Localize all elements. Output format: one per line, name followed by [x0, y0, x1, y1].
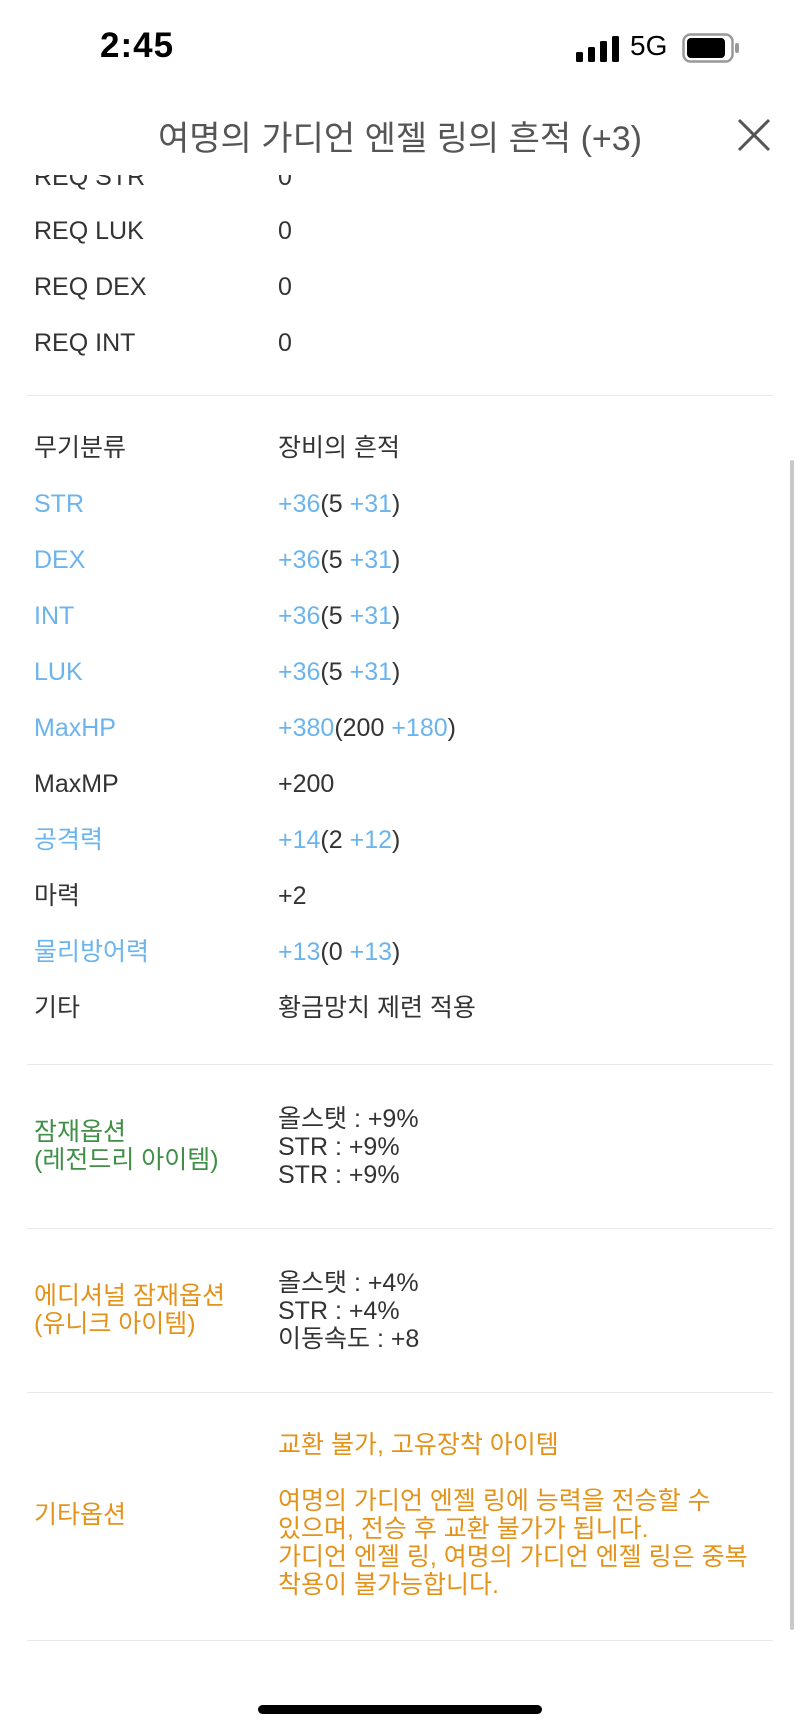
stat-value: +36(5 +31) [278, 658, 401, 686]
stat-total: +36 [278, 546, 321, 574]
stat-value: +200 [278, 770, 335, 798]
stat-label: STR [34, 490, 84, 518]
stat-label: LUK [34, 658, 83, 686]
stat-label: 물리방어력 [34, 938, 150, 966]
stat-base: 5 [328, 490, 343, 518]
stat-value: 0 [278, 273, 292, 301]
stat-base: 5 [328, 658, 343, 686]
stat-label: 무기분류 [34, 434, 127, 462]
section-divider [27, 1392, 773, 1393]
stat-base: 0 [328, 938, 343, 966]
stat-label: MaxMP [34, 770, 119, 798]
stat-label: 기타 [34, 994, 81, 1022]
status-bar: 2:45 5G [0, 0, 800, 95]
other-line: 교환 불가, 고유장착 아이템 [278, 1431, 559, 1459]
stat-bonus: +180 [391, 714, 448, 742]
potential-lines: 올스탯 : +9% STR : +9% STR : +9% [278, 1105, 798, 1189]
other-desc-line: 착용이 불가능합니다. [278, 1571, 499, 1599]
other-desc-line: 가디언 엔젤 링, 여명의 가디언 엔젤 링은 중복 [278, 1543, 748, 1571]
stat-value: +2 [278, 882, 307, 910]
stat-total: +36 [278, 602, 321, 630]
stat-value: 0 [278, 217, 292, 245]
stat-total: +13 [278, 938, 321, 966]
stat-label: 마력 [34, 882, 81, 910]
stat-value: +13(0 +13) [278, 938, 401, 966]
stat-label: INT [34, 602, 75, 630]
home-indicator[interactable] [258, 1705, 542, 1714]
stat-total: +380 [278, 714, 335, 742]
stat-base: 5 [328, 602, 343, 630]
scrollbar[interactable] [790, 460, 794, 1630]
section-divider [27, 1064, 773, 1065]
stat-value: 0 [278, 175, 292, 191]
stat-bonus: +31 [349, 546, 393, 574]
stat-value: +380(200 +180) [278, 714, 456, 742]
stat-value: +36(5 +31) [278, 490, 401, 518]
additional-line: 올스탯 : +4% [278, 1269, 419, 1297]
stat-bonus: +31 [349, 490, 393, 518]
stat-value: 장비의 흔적 [278, 434, 400, 462]
stat-total: +14 [278, 826, 321, 854]
stat-total: +36 [278, 658, 321, 686]
stat-base: 200 [342, 714, 385, 742]
stat-label: 공격력 [34, 826, 104, 854]
additional-line: STR : +4% [278, 1297, 400, 1325]
potential-line: STR : +9% [278, 1133, 400, 1161]
stat-value: 황금망치 제련 적용 [278, 994, 476, 1022]
stat-bonus: +12 [349, 826, 393, 854]
stat-label: REQ INT [34, 329, 136, 357]
stat-label: MaxHP [34, 714, 116, 742]
other-desc-line: 여명의 가디언 엔젤 링에 능력을 전승할 수 [278, 1487, 711, 1515]
stat-label: REQ STR [34, 175, 146, 191]
stat-value: +14(2 +12) [278, 826, 401, 854]
stat-bonus: +31 [349, 658, 393, 686]
page-title: 여명의 가디언 엔젤 링의 흔적 (+3) [158, 120, 642, 158]
stat-bonus: +31 [349, 602, 393, 630]
cellular-signal-icon [576, 36, 619, 62]
stat-label: DEX [34, 546, 86, 574]
stat-value: 0 [278, 329, 292, 357]
other-desc-line: 있으며, 전승 후 교환 불가가 됩니다. [278, 1515, 649, 1543]
section-divider [27, 1640, 773, 1641]
other-label: 기타옵션 [34, 1501, 127, 1529]
stat-base: 5 [328, 546, 343, 574]
stat-bonus: +13 [349, 938, 393, 966]
other-lines: 교환 불가, 고유장착 아이템 여명의 가디언 엔젤 링에 능력을 전승할 수 … [278, 1431, 798, 1599]
additional-lines: 올스탯 : +4% STR : +4% 이동속도 : +8 [278, 1269, 798, 1353]
potential-line: 올스탯 : +9% [278, 1105, 419, 1133]
stat-base: 2 [328, 826, 343, 854]
potential-label: 잠재옵션 (레전드리 아이템) [34, 1118, 219, 1174]
battery-icon [682, 33, 739, 63]
status-time: 2:45 [100, 26, 175, 65]
stat-label: REQ DEX [34, 273, 147, 301]
additional-label: 에디셔널 잠재옵션 (유니크 아이템) [34, 1282, 225, 1338]
section-divider [27, 1228, 773, 1229]
close-icon[interactable] [734, 115, 774, 155]
item-detail-content[interactable]: REQ STR 0 REQ LUK 0 REQ DEX 0 REQ INT 0 … [0, 175, 800, 1660]
modal-header: 여명의 가디언 엔젤 링의 흔적 (+3) [0, 95, 800, 175]
stat-total: +36 [278, 490, 321, 518]
stat-value: +36(5 +31) [278, 546, 401, 574]
section-divider [27, 395, 773, 396]
additional-line: 이동속도 : +8 [278, 1325, 420, 1353]
stat-value: +36(5 +31) [278, 602, 401, 630]
potential-line: STR : +9% [278, 1161, 400, 1189]
stat-label: REQ LUK [34, 217, 144, 245]
network-type: 5G [630, 30, 668, 61]
